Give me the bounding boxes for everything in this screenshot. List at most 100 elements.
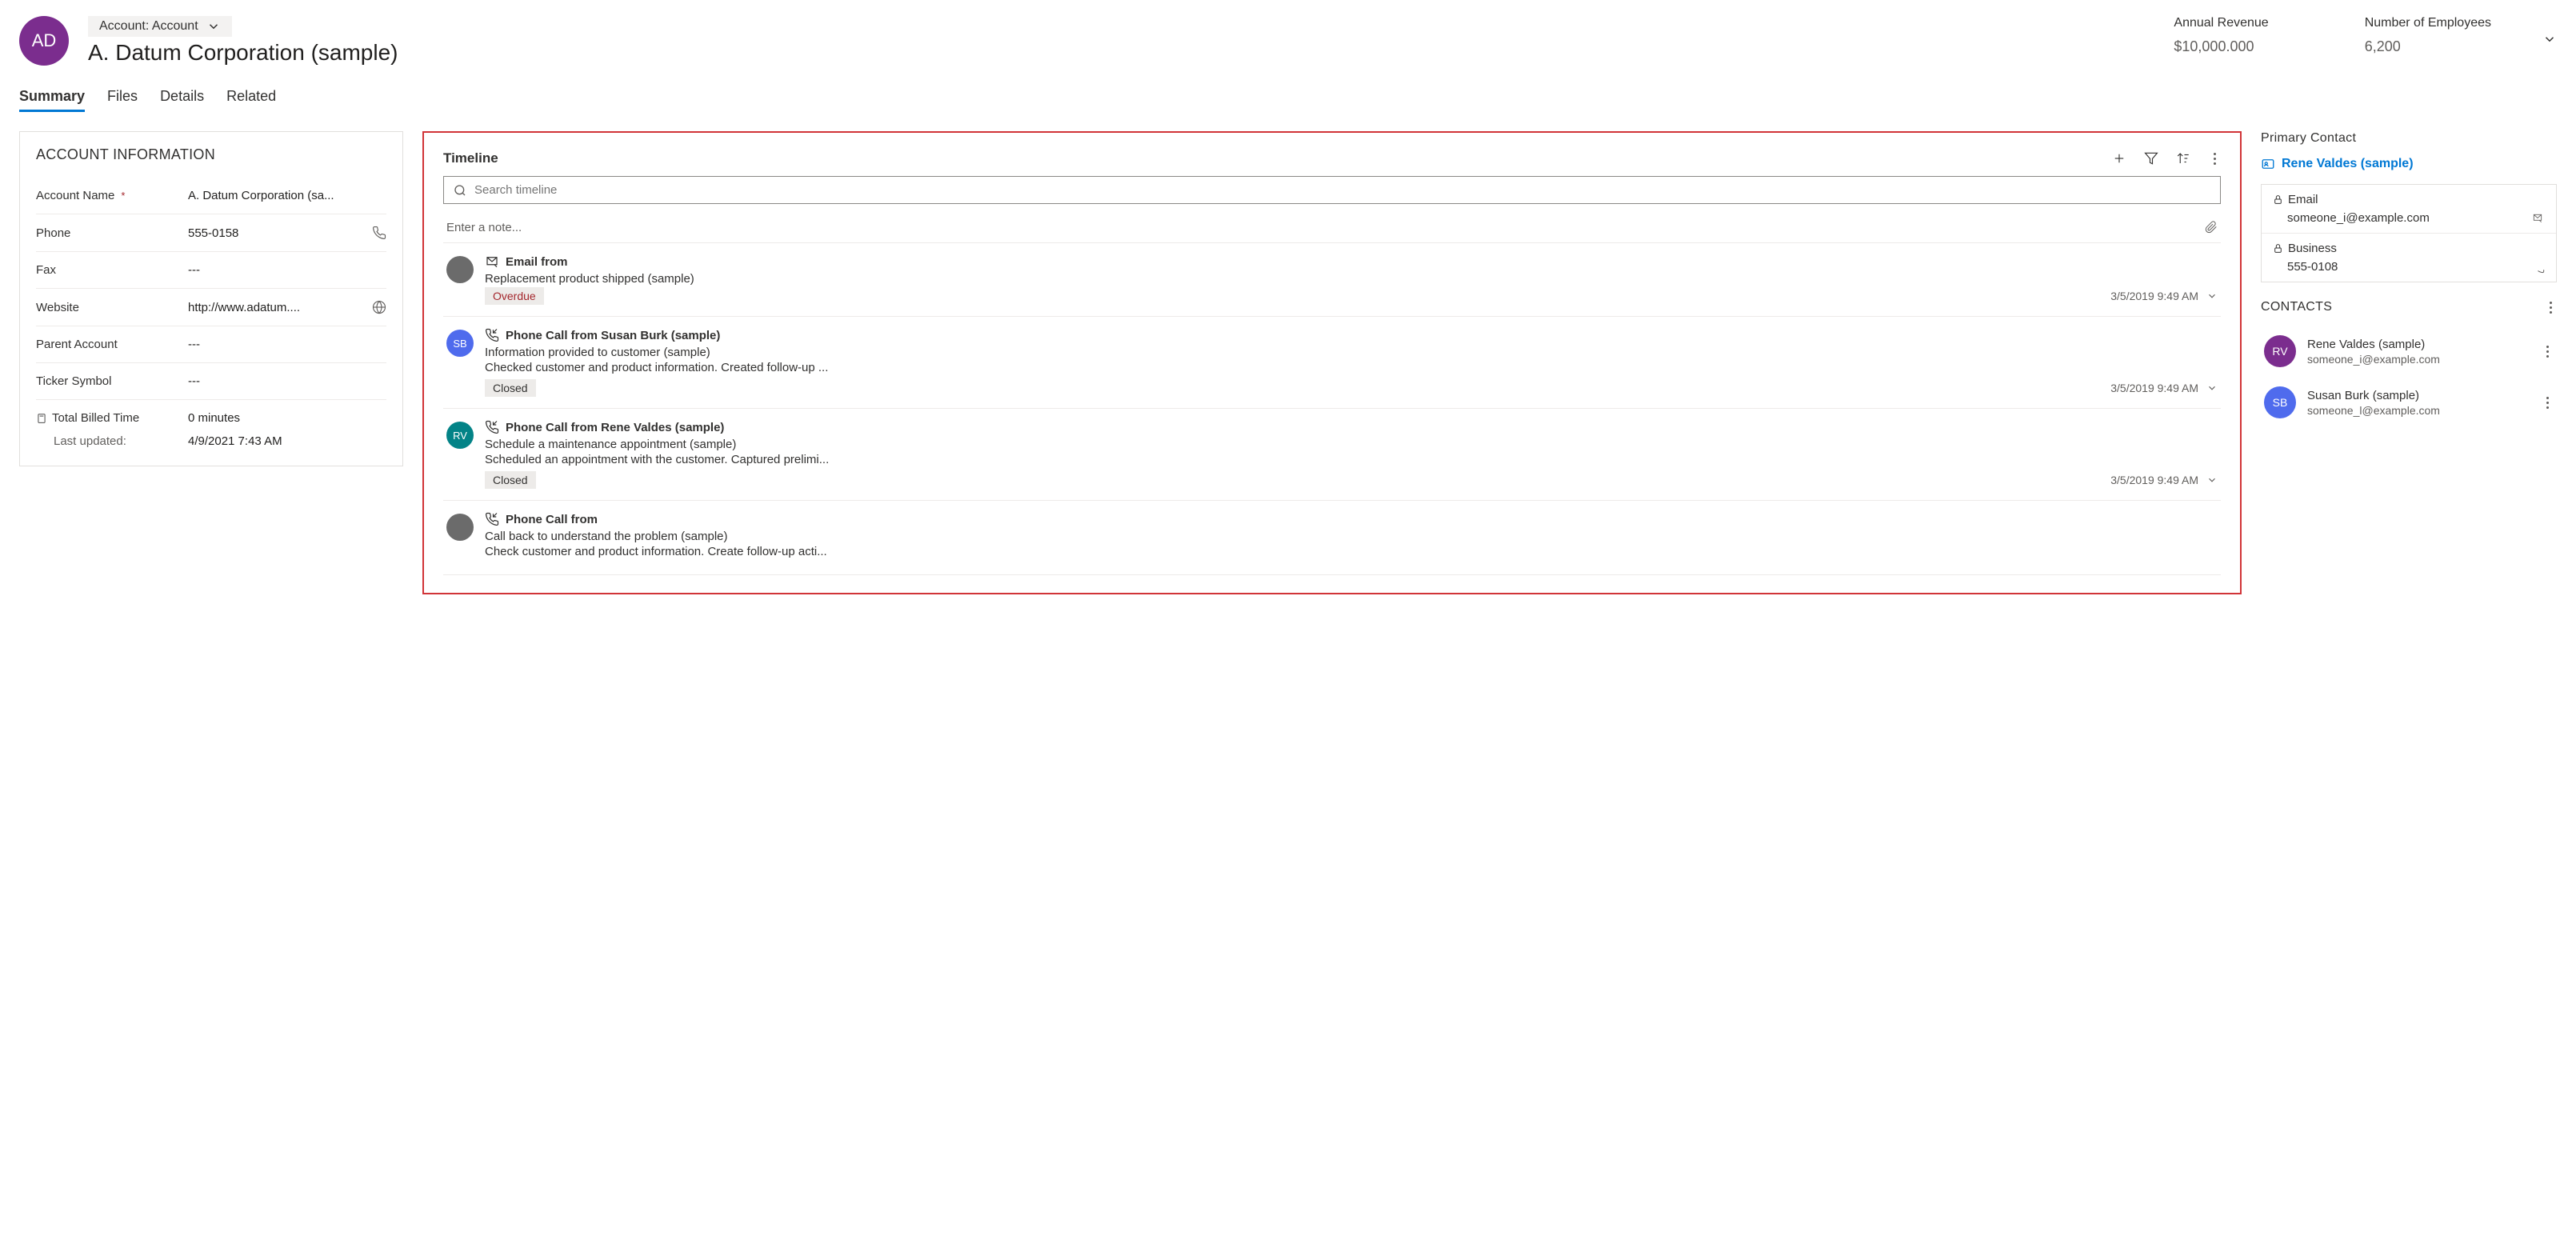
timeline-timestamp: 3/5/2019 9:49 AM (2110, 474, 2218, 486)
contacts-section: CONTACTS RV Rene Valdes (sample) someone… (2261, 300, 2557, 428)
pc-field-email[interactable]: Email someone_i@example.com (2262, 185, 2556, 234)
primary-contact-card: Email someone_i@example.com Business 555… (2261, 184, 2557, 282)
contact-more-icon[interactable] (2541, 397, 2554, 409)
contacts-more-icon[interactable] (2544, 302, 2557, 314)
tab-files[interactable]: Files (107, 88, 138, 112)
phone-call-icon (485, 420, 499, 434)
contact-item[interactable]: RV Rene Valdes (sample) someone_i@exampl… (2261, 326, 2557, 377)
timeline-avatar (446, 256, 474, 283)
contact-email: someone_l@example.com (2307, 404, 2530, 417)
timeline-item[interactable]: Email from Replacement product shipped (… (443, 243, 2221, 317)
lock-icon (2273, 243, 2283, 254)
timeline-subject: Schedule a maintenance appointment (samp… (485, 438, 2218, 451)
sort-icon[interactable] (2176, 151, 2190, 166)
tab-related[interactable]: Related (226, 88, 276, 112)
field-website[interactable]: Website http://www.adatum.... (36, 289, 386, 326)
metric-label: Annual Revenue (2174, 16, 2268, 30)
contact-name: Rene Valdes (sample) (2307, 338, 2530, 351)
field-value: --- (188, 338, 386, 351)
field-ticker[interactable]: Ticker Symbol --- (36, 363, 386, 400)
form-type-selector[interactable]: Account: Account (88, 16, 232, 37)
tab-details[interactable]: Details (160, 88, 204, 112)
field-account-name[interactable]: Account Name * A. Datum Corporation (sa.… (36, 178, 386, 214)
timeline-avatar (446, 514, 474, 541)
phone-icon[interactable] (372, 226, 386, 240)
record-header: AD Account: Account A. Datum Corporation… (19, 16, 2557, 66)
metric-label: Number of Employees (2365, 16, 2491, 30)
timeline-item-title: Phone Call from Susan Burk (sample) (506, 329, 720, 342)
timeline-subject: Call back to understand the problem (sam… (485, 530, 2218, 543)
field-value: 555-0108 (2287, 260, 2532, 274)
timeline-note-input[interactable]: Enter a note... (443, 212, 2221, 243)
expand-header-icon[interactable] (2542, 32, 2557, 46)
form-type-label: Account: Account (99, 19, 198, 34)
more-icon[interactable] (2208, 153, 2221, 165)
field-phone[interactable]: Phone 555-0158 (36, 214, 386, 252)
contact-card-icon (2261, 157, 2275, 171)
section-title: ACCOUNT INFORMATION (36, 146, 386, 163)
field-label: Parent Account (36, 338, 118, 351)
email-icon[interactable] (2530, 213, 2545, 224)
primary-contact-link[interactable]: Rene Valdes (sample) (2261, 157, 2557, 171)
timeline-avatar: SB (446, 330, 474, 357)
field-parent-account[interactable]: Parent Account --- (36, 326, 386, 363)
section-title: CONTACTS (2261, 300, 2544, 314)
timeline-description: Scheduled an appointment with the custom… (485, 453, 2218, 466)
search-input[interactable] (474, 183, 2210, 197)
field-label: Last updated: (36, 434, 188, 448)
primary-contact-section: Primary Contact Rene Valdes (sample) Ema… (2261, 131, 2557, 282)
filter-icon[interactable] (2144, 151, 2158, 166)
attachment-icon[interactable] (2205, 220, 2218, 234)
tab-summary[interactable]: Summary (19, 88, 85, 112)
field-label: Website (36, 301, 79, 314)
timeline-title: Timeline (443, 150, 2112, 166)
timeline-item-title: Phone Call from (506, 513, 598, 526)
timeline-avatar: RV (446, 422, 474, 449)
contact-more-icon[interactable] (2541, 346, 2554, 358)
timeline-item-title: Email from (506, 255, 568, 269)
field-label: Email (2288, 193, 2318, 206)
account-avatar: AD (19, 16, 69, 66)
timeline-timestamp: 3/5/2019 9:49 AM (2110, 382, 2218, 394)
last-updated: Last updated: 4/9/2021 7:43 AM (36, 428, 386, 451)
calculator-icon (36, 413, 47, 424)
field-value: http://www.adatum.... (188, 301, 366, 314)
chevron-down-icon[interactable] (2206, 474, 2218, 486)
field-fax[interactable]: Fax --- (36, 252, 386, 289)
field-value: someone_i@example.com (2287, 211, 2530, 225)
section-title: Primary Contact (2261, 131, 2557, 146)
contact-email: someone_i@example.com (2307, 353, 2530, 366)
contact-name: Susan Burk (sample) (2307, 389, 2530, 402)
phone-call-icon (485, 512, 499, 526)
pc-field-business[interactable]: Business 555-0108 (2262, 234, 2556, 282)
add-icon[interactable] (2112, 151, 2126, 166)
globe-icon[interactable] (372, 300, 386, 314)
chevron-down-icon[interactable] (2206, 290, 2218, 302)
timeline-item[interactable]: RV Phone Call from Rene Valdes (sample) … (443, 409, 2221, 501)
metric-value: 6,200 (2365, 38, 2491, 55)
field-value: 4/9/2021 7:43 AM (188, 434, 386, 448)
required-indicator: * (121, 190, 125, 202)
account-information-card: ACCOUNT INFORMATION Account Name * A. Da… (19, 131, 403, 466)
contact-avatar: RV (2264, 335, 2296, 367)
field-label: Account Name (36, 189, 114, 202)
timeline-highlight: Timeline Enter a note... Email from (422, 131, 2242, 594)
field-label: Ticker Symbol (36, 374, 111, 388)
timeline-status-badge: Closed (485, 379, 536, 397)
timeline-item-title: Phone Call from Rene Valdes (sample) (506, 421, 724, 434)
field-value: --- (188, 263, 386, 277)
lock-icon (2273, 194, 2283, 205)
contact-item[interactable]: SB Susan Burk (sample) someone_l@example… (2261, 377, 2557, 428)
timeline-search[interactable] (443, 176, 2221, 204)
timeline-item[interactable]: Phone Call from Call back to understand … (443, 501, 2221, 575)
timeline-status-badge: Closed (485, 471, 536, 489)
header-metrics: Annual Revenue $10,000.000 Number of Emp… (2174, 16, 2523, 55)
phone-call-icon (485, 328, 499, 342)
phone-icon[interactable] (2532, 261, 2545, 274)
timeline-item[interactable]: SB Phone Call from Susan Burk (sample) I… (443, 317, 2221, 409)
timeline-description: Check customer and product information. … (485, 545, 2218, 558)
contact-avatar: SB (2264, 386, 2296, 418)
chevron-down-icon[interactable] (2206, 382, 2218, 394)
timeline-timestamp: 3/5/2019 9:49 AM (2110, 290, 2218, 302)
field-value: A. Datum Corporation (sa... (188, 189, 386, 202)
